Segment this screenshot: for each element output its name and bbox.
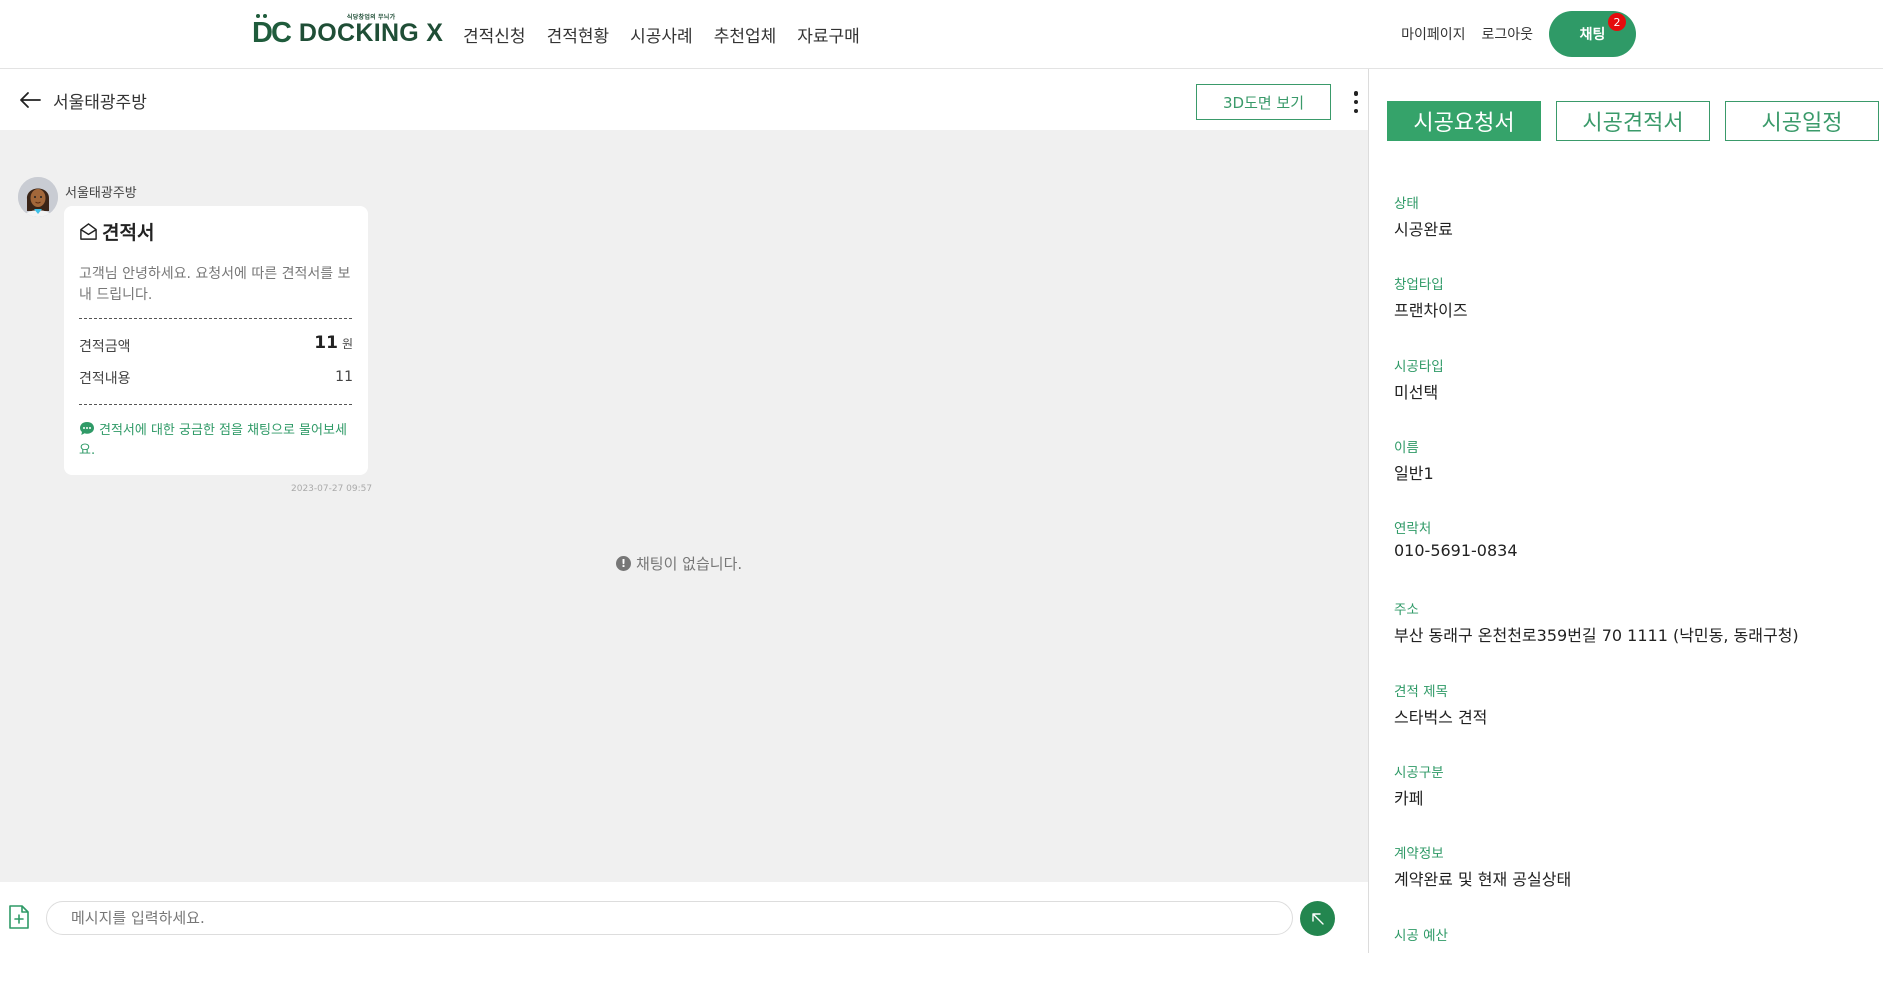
- info-label: 상태: [1394, 196, 1419, 212]
- info-value: 카페: [1394, 789, 1424, 809]
- info-value: 프랜차이즈: [1394, 301, 1468, 321]
- mypage-link[interactable]: 마이페이지: [1401, 24, 1465, 44]
- dc-logo-mark: DC: [252, 13, 292, 50]
- info-contact: 연락처 010-5691-0834: [1394, 517, 1799, 598]
- info-value: 일반1: [1394, 463, 1434, 483]
- chat-input-bar: [0, 882, 1368, 953]
- message-input[interactable]: [46, 901, 1293, 935]
- nav-item-construction-cases[interactable]: 시공사례: [630, 22, 693, 47]
- empty-chat-text: 채팅이 없습니다.: [636, 555, 743, 573]
- estimate-amount-unit: 원: [341, 337, 353, 351]
- detail-tabs: 시공요청서 시공견적서 시공일정: [1387, 101, 1883, 141]
- docking-x-logo[interactable]: DC 식당창업의 무늬가 DOCKING X: [252, 13, 444, 50]
- info-icon: !: [616, 556, 631, 571]
- estimate-amount-number: 11: [314, 333, 338, 353]
- divider: [79, 404, 352, 405]
- estimate-card-title: 견적서: [79, 218, 154, 245]
- divider: [79, 318, 352, 319]
- nav-item-estimate-status[interactable]: 견적현황: [547, 22, 610, 47]
- info-label: 시공타입: [1394, 358, 1444, 375]
- avatar: [18, 177, 58, 217]
- tab-construction-request[interactable]: 시공요청서: [1387, 101, 1541, 141]
- info-startup-type: 창업타입 프랜차이즈: [1394, 273, 1799, 354]
- estimate-amount-value: 11 원: [314, 333, 353, 353]
- logo-tagline: 식당창업의 무늬가: [346, 14, 396, 21]
- chat-button-label: 채팅: [1579, 27, 1606, 43]
- nav-item-material-purchase[interactable]: 자료구매: [797, 22, 860, 47]
- estimate-content-value: 11: [335, 369, 353, 385]
- info-value: 계약완료 및 현재 공실상태: [1394, 870, 1572, 890]
- chat-panel: 서울태광주방 3D도면 보기 서울태광주방 견적서 고객님 안녕하세요. 요청서…: [0, 69, 1368, 953]
- info-value: 미선택: [1394, 382, 1439, 402]
- info-estimate-title: 견적 제목 스타벅스 견적: [1394, 680, 1799, 761]
- nav-item-estimate-request[interactable]: 견적신청: [463, 22, 526, 47]
- info-label: 이름: [1394, 439, 1419, 456]
- info-address: 주소 부산 동래구 온천천로359번길 70 1111 (낙민동, 동래구청): [1394, 598, 1799, 679]
- estimate-card-description: 고객님 안녕하세요. 요청서에 따른 견적서를 보내 드립니다.: [79, 266, 351, 303]
- chat-button[interactable]: 채팅 2: [1549, 11, 1636, 57]
- info-construction-category: 시공구분 카페: [1394, 761, 1799, 842]
- info-value: 스타벅스 견적: [1394, 707, 1488, 727]
- info-contract: 계약정보 계약완료 및 현재 공실상태: [1394, 842, 1799, 923]
- estimate-message-card[interactable]: 견적서 고객님 안녕하세요. 요청서에 따른 견적서를 보내 드립니다. 견적금…: [64, 206, 368, 475]
- envelope-open-icon: [80, 223, 97, 240]
- arrow-left-icon[interactable]: [18, 88, 42, 112]
- more-vertical-icon[interactable]: [1349, 91, 1363, 113]
- estimate-card-note: 견적서에 대한 궁금한 점을 채팅으로 물어보세요.: [79, 421, 356, 461]
- send-button[interactable]: [1300, 901, 1335, 936]
- nav-item-recommended-companies[interactable]: 추천업체: [714, 22, 777, 47]
- info-budget: 시공 예산: [1394, 924, 1799, 1005]
- file-plus-icon[interactable]: [8, 904, 30, 930]
- info-value: 010-5691-0834: [1394, 541, 1518, 561]
- estimate-card-note-text: 견적서에 대한 궁금한 점을 채팅으로 물어보세요.: [79, 423, 347, 458]
- request-info-list: 상태 시공완료 창업타입 프랜차이즈 시공타입 미선택 이름 일반1 연락처 0…: [1394, 192, 1799, 1005]
- info-label: 견적 제목: [1394, 683, 1448, 700]
- chat-topbar: 서울태광주방 3D도면 보기: [0, 69, 1368, 130]
- user-menu: 마이페이지 로그아웃 채팅 2: [1401, 11, 1636, 57]
- info-label: 시공구분: [1394, 765, 1444, 782]
- logo-text: 식당창업의 무늬가 DOCKING X: [298, 15, 444, 48]
- info-label: 계약정보: [1394, 846, 1444, 863]
- info-status: 상태 시공완료: [1394, 192, 1799, 273]
- chat-bubble-icon: [80, 422, 94, 435]
- sender-name: 서울태광주방: [65, 186, 137, 201]
- request-detail-panel: 시공요청서 시공견적서 시공일정 상태 시공완료 창업타입 프랜차이즈 시공타입…: [1369, 69, 1883, 953]
- info-label: 주소: [1394, 602, 1419, 619]
- empty-chat-notice: ! 채팅이 없습니다.: [616, 553, 742, 574]
- tab-construction-schedule[interactable]: 시공일정: [1725, 101, 1879, 141]
- info-value: 시공완료: [1394, 220, 1453, 239]
- estimate-amount-label: 견적금액: [79, 339, 131, 355]
- send-arrow-icon: [1311, 912, 1324, 925]
- person-avatar-icon: [18, 177, 58, 217]
- info-label: 시공 예산: [1394, 927, 1448, 944]
- chat-room-title: 서울태광주방: [53, 93, 147, 113]
- info-value: 부산 동래구 온천천로359번길 70 1111 (낙민동, 동래구청): [1394, 626, 1799, 646]
- tab-construction-estimate[interactable]: 시공견적서: [1556, 101, 1710, 141]
- logout-link[interactable]: 로그아웃: [1481, 24, 1533, 44]
- chat-unread-badge: 2: [1608, 13, 1626, 31]
- estimate-content-label: 견적내용: [79, 371, 131, 387]
- info-name: 이름 일반1: [1394, 436, 1799, 517]
- logo-wordmark: DOCKING X: [298, 18, 444, 47]
- info-construction-type: 시공타입 미선택: [1394, 355, 1799, 436]
- info-label: 창업타입: [1394, 277, 1444, 294]
- chat-message-area[interactable]: 서울태광주방 견적서 고객님 안녕하세요. 요청서에 따른 견적서를 보내 드립…: [0, 130, 1368, 882]
- estimate-card-title-text: 견적서: [102, 222, 155, 244]
- main-nav: 견적신청 견적현황 시공사례 추천업체 자료구매: [463, 22, 881, 47]
- view-3d-drawing-button[interactable]: 3D도면 보기: [1196, 84, 1331, 120]
- top-header: DC 식당창업의 무늬가 DOCKING X 견적신청 견적현황 시공사례 추천…: [0, 0, 1883, 69]
- message-timestamp: 2023-07-27 09:57: [291, 484, 373, 494]
- info-label: 연락처: [1394, 521, 1432, 538]
